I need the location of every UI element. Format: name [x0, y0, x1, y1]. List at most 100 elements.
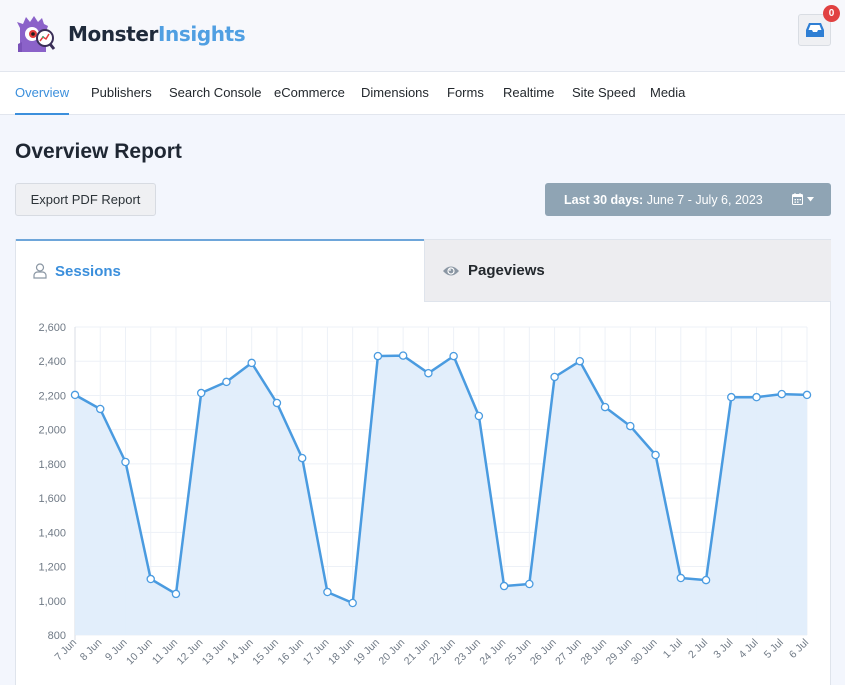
data-point — [651, 450, 660, 460]
sessions-line-chart: 2,600 2,400 2,200 2,000 1,800 1,600 1,400 1,200… — [38, 322, 812, 668]
x-tick-label: 28 Jun — [578, 637, 609, 668]
nav-tab-realtime[interactable]: Realtime — [503, 72, 554, 115]
overview-chart-panel: Sessions Pageviews 2,600 2,400 2,200 2,000 1… — [15, 239, 831, 685]
data-point — [171, 589, 181, 599]
data-point — [575, 356, 585, 366]
x-tick-label: 17 Jun — [301, 637, 332, 668]
data-point — [449, 351, 458, 361]
x-tick-label: 29 Jun — [604, 637, 635, 668]
x-tick-label: 1 Jul — [661, 637, 685, 661]
logo-text: MonsterInsights — [68, 22, 246, 46]
nav-tab-site-speed[interactable]: Site Speed — [572, 72, 636, 115]
nav-tab-publishers[interactable]: Publishers — [91, 72, 152, 115]
x-tick-label: 18 Jun — [326, 637, 357, 668]
x-tick-label: 27 Jun — [553, 637, 584, 668]
tab-pageviews[interactable]: Pageviews — [424, 240, 831, 302]
page-title: Overview Report — [15, 140, 182, 163]
x-tick-label: 16 Jun — [276, 637, 307, 668]
nav-tab-forms[interactable]: Forms — [447, 72, 484, 115]
monster-logo-icon — [17, 16, 56, 52]
data-point — [727, 392, 736, 402]
y-tick-label: 2,600 — [38, 322, 66, 334]
x-tick-label: 4 Jul — [736, 637, 760, 661]
data-point — [499, 581, 509, 591]
data-point — [222, 377, 231, 387]
data-point — [323, 587, 332, 597]
sessions-area-fill — [75, 355, 807, 635]
nav-tab-overview[interactable]: Overview — [15, 72, 70, 115]
x-tick-label: 26 Jun — [528, 637, 559, 668]
data-point — [550, 372, 559, 382]
x-tick-label: 23 Jun — [452, 637, 483, 668]
x-tick-label: 21 Jun — [402, 637, 433, 668]
x-tick-label: 13 Jun — [200, 637, 231, 668]
y-tick-label: 2,200 — [38, 390, 66, 402]
x-tick-label: 15 Jun — [250, 637, 281, 668]
date-range-prefix: Last 30 days: — [564, 192, 644, 207]
y-tick-label: 2,000 — [38, 425, 66, 437]
tab-sessions-label: Sessions — [55, 262, 121, 280]
x-tick-label: 25 Jun — [503, 637, 534, 668]
inbox-icon — [805, 23, 824, 37]
x-tick-label: 14 Jun — [225, 637, 256, 668]
data-point — [701, 575, 711, 585]
eye-icon — [443, 266, 459, 275]
export-pdf-button[interactable]: Export PDF Report — [15, 183, 156, 216]
report-nav: Overview Publishers Search Console eComm… — [0, 72, 845, 115]
y-tick-label: 1,200 — [38, 562, 66, 574]
x-tick-label: 30 Jun — [629, 637, 660, 668]
logo-text-insights: Insights — [157, 22, 246, 46]
data-point — [525, 579, 534, 589]
nav-tab-dimensions[interactable]: Dimensions — [361, 72, 429, 115]
tab-sessions[interactable]: Sessions — [16, 239, 424, 301]
calendar-icon — [792, 193, 803, 205]
logo-text-monster: Monster — [68, 22, 158, 46]
data-point — [297, 453, 307, 463]
y-tick-label: 1,800 — [38, 459, 66, 471]
x-tick-label: 8 Jun — [78, 637, 105, 664]
x-tick-label: 5 Jul — [762, 637, 786, 661]
y-axis-ticks: 2,600 2,400 2,200 2,000 1,800 1,600 1,400 1,200… — [38, 322, 66, 642]
nav-tab-search-console[interactable]: Search Console — [169, 72, 262, 115]
data-point — [272, 398, 282, 408]
y-tick-label: 1,000 — [38, 596, 66, 608]
data-point — [600, 402, 610, 412]
top-bar: MonsterInsights 0 — [0, 0, 845, 72]
x-tick-label: 19 Jun — [351, 637, 382, 668]
data-point — [95, 404, 105, 414]
x-tick-label: 2 Jul — [686, 637, 710, 661]
x-tick-label: 12 Jun — [175, 637, 206, 668]
data-point — [146, 574, 155, 584]
date-range-picker[interactable]: Last 30 days: June 7 - July 6, 2023 — [545, 183, 831, 216]
data-point — [777, 389, 787, 399]
data-point — [348, 598, 357, 608]
y-tick-label: 2,400 — [38, 356, 66, 368]
data-point — [676, 573, 686, 583]
data-point — [121, 457, 130, 467]
data-point — [626, 421, 635, 431]
nav-tab-media[interactable]: Media — [650, 72, 685, 115]
x-tick-label: 22 Jun — [427, 637, 458, 668]
data-point — [373, 351, 383, 361]
data-point — [474, 411, 484, 421]
data-point — [70, 390, 80, 400]
x-tick-label: 3 Jul — [711, 637, 735, 661]
date-range-value: June 7 - July 6, 2023 — [646, 192, 763, 207]
notification-count-badge: 0 — [823, 5, 840, 22]
logo[interactable]: MonsterInsights — [14, 14, 246, 54]
sessions-chart: 2,600 2,400 2,200 2,000 1,800 1,600 1,400 1,200… — [16, 302, 832, 685]
chevron-down-icon — [807, 196, 814, 201]
x-tick-label: 20 Jun — [376, 637, 407, 668]
nav-tab-ecommerce[interactable]: eCommerce — [274, 72, 345, 115]
data-point — [752, 392, 761, 402]
x-tick-label: 10 Jun — [124, 637, 155, 668]
y-tick-label: 800 — [48, 630, 66, 642]
data-point — [424, 368, 433, 378]
y-tick-label: 1,400 — [38, 527, 66, 539]
x-tick-label: 11 Jun — [150, 637, 180, 667]
x-tick-label: 6 Jul — [787, 637, 811, 661]
user-icon — [33, 263, 47, 279]
x-tick-label: 24 Jun — [477, 637, 508, 668]
data-point — [196, 388, 206, 398]
y-tick-label: 1,600 — [38, 493, 66, 505]
